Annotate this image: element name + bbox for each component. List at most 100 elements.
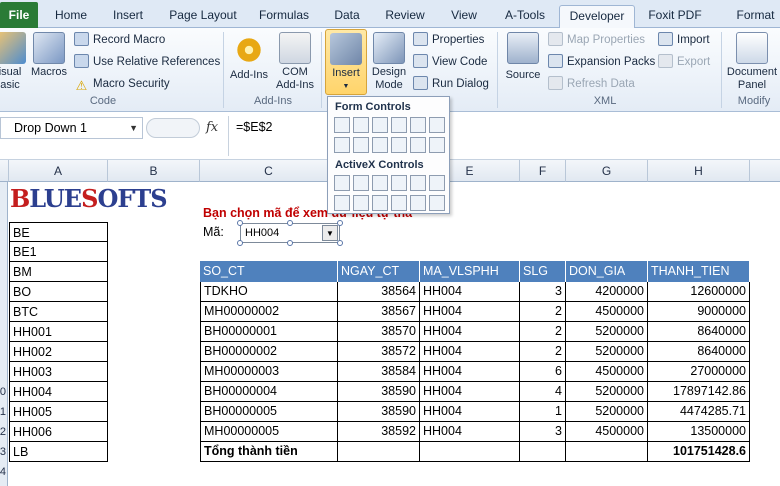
tab-file[interactable]: File (0, 2, 38, 28)
label-control-icon[interactable] (353, 137, 369, 153)
table-cell[interactable] (566, 442, 648, 462)
resize-handle[interactable] (287, 240, 293, 246)
table-cell[interactable]: 5200000 (566, 402, 648, 422)
list-item[interactable]: HH001 (9, 322, 108, 342)
table-header-cell[interactable]: NGAY_CT (338, 261, 420, 282)
tab-review[interactable]: Review (378, 5, 432, 28)
table-cell[interactable]: 5200000 (566, 382, 648, 402)
list-item[interactable]: BO (9, 282, 108, 302)
table-cell[interactable]: 4500000 (566, 362, 648, 382)
table-cell[interactable]: HH004 (420, 362, 520, 382)
spin-button-control-icon[interactable] (334, 195, 350, 211)
table-cell[interactable]: 13500000 (648, 422, 750, 442)
tab-format[interactable]: Format (731, 5, 780, 28)
scroll-bar-control-icon[interactable] (372, 137, 388, 153)
table-cell[interactable]: 38590 (338, 382, 420, 402)
list-item[interactable]: HH006 (9, 422, 108, 442)
table-header-cell[interactable]: THANH_TIEN (648, 261, 750, 282)
list-item[interactable]: BE (9, 222, 108, 242)
total-value[interactable]: 101751428.6 (648, 442, 750, 462)
list-item[interactable]: BTC (9, 302, 108, 322)
import-button[interactable]: Import (658, 31, 710, 49)
column-header-f[interactable]: F (520, 160, 566, 182)
spin-button-control-icon[interactable] (391, 117, 407, 133)
table-cell[interactable]: 1 (520, 402, 566, 422)
table-cell[interactable]: 38590 (338, 402, 420, 422)
document-panel-button[interactable]: Document Panel (724, 32, 780, 92)
tab-a-tools[interactable]: A-Tools (497, 5, 553, 28)
insert-control-button[interactable]: Insert ▼ (325, 29, 367, 95)
more-controls-icon[interactable] (429, 195, 445, 211)
resize-handle[interactable] (337, 240, 343, 246)
table-cell[interactable]: 2 (520, 342, 566, 362)
chevron-down-icon[interactable]: ▼ (129, 118, 138, 138)
visual-basic-button[interactable]: isual asic (0, 32, 26, 92)
image-control-icon[interactable] (391, 195, 407, 211)
list-item[interactable]: BM (9, 262, 108, 282)
table-cell[interactable]: 38592 (338, 422, 420, 442)
table-cell[interactable]: MH00000003 (200, 362, 338, 382)
list-box-control-icon[interactable] (410, 117, 426, 133)
button-control-icon[interactable] (334, 117, 350, 133)
table-cell[interactable]: HH004 (420, 402, 520, 422)
table-cell[interactable]: 38564 (338, 282, 420, 302)
table-cell[interactable]: 4500000 (566, 302, 648, 322)
total-label[interactable]: Tổng thành tiền (200, 442, 338, 462)
combo-dropdown-control-icon[interactable] (429, 137, 445, 153)
table-cell[interactable]: 4500000 (566, 422, 648, 442)
table-cell[interactable]: 5200000 (566, 322, 648, 342)
combo-box-control-icon[interactable] (353, 117, 369, 133)
resize-handle[interactable] (287, 220, 293, 226)
label-control-icon[interactable] (372, 195, 388, 211)
group-box-control-icon[interactable] (334, 137, 350, 153)
table-cell[interactable]: 5200000 (566, 342, 648, 362)
table-cell[interactable]: 38567 (338, 302, 420, 322)
run-dialog-button[interactable]: Run Dialog (413, 75, 489, 93)
design-mode-button[interactable]: Design Mode (368, 32, 410, 92)
use-relative-references-button[interactable]: Use Relative References (74, 53, 220, 71)
scroll-bar-control-icon[interactable] (429, 175, 445, 191)
tab-home[interactable]: Home (48, 5, 94, 28)
table-cell[interactable]: BH00000001 (200, 322, 338, 342)
column-header-h[interactable]: H (648, 160, 750, 182)
tab-view[interactable]: View (441, 5, 487, 28)
properties-button[interactable]: Properties (413, 31, 484, 49)
refresh-data-button[interactable]: Refresh Data (548, 75, 635, 93)
option-button-control-icon[interactable] (429, 117, 445, 133)
table-cell[interactable]: HH004 (420, 322, 520, 342)
view-code-button[interactable]: View Code (413, 53, 487, 71)
record-macro-button[interactable]: Record Macro (74, 31, 165, 49)
table-cell[interactable]: MH00000005 (200, 422, 338, 442)
table-cell[interactable]: 3 (520, 422, 566, 442)
column-header-c[interactable]: C (200, 160, 338, 182)
table-cell[interactable]: 38572 (338, 342, 420, 362)
table-cell[interactable]: 9000000 (648, 302, 750, 322)
table-cell[interactable]: 4200000 (566, 282, 648, 302)
table-header-cell[interactable]: MA_VLSPHH (420, 261, 520, 282)
table-cell[interactable]: MH00000002 (200, 302, 338, 322)
toggle-button-control-icon[interactable] (410, 195, 426, 211)
tab-page-layout[interactable]: Page Layout (162, 5, 244, 28)
table-cell[interactable]: BH00000002 (200, 342, 338, 362)
list-box-control-icon[interactable] (391, 175, 407, 191)
resize-handle[interactable] (337, 220, 343, 226)
text-field-control-icon[interactable] (391, 137, 407, 153)
formula-bar-splitter[interactable] (146, 118, 200, 138)
table-header-cell[interactable]: DON_GIA (566, 261, 648, 282)
column-header-a[interactable]: A (9, 160, 108, 182)
table-cell[interactable]: 8640000 (648, 342, 750, 362)
name-box[interactable]: Drop Down 1 ▼ (0, 117, 143, 139)
table-cell[interactable]: BH00000005 (200, 402, 338, 422)
column-header-b[interactable]: B (108, 160, 200, 182)
table-cell[interactable]: 38570 (338, 322, 420, 342)
resize-handle[interactable] (237, 220, 243, 226)
table-cell[interactable] (520, 442, 566, 462)
select-all-corner[interactable] (0, 160, 9, 182)
table-cell[interactable]: 3 (520, 282, 566, 302)
formula-input[interactable]: =$E$2 (236, 120, 273, 134)
table-cell[interactable]: 2 (520, 322, 566, 342)
export-button[interactable]: Export (658, 53, 710, 71)
chevron-down-icon[interactable]: ▼ (322, 225, 338, 241)
expansion-packs-button[interactable]: Expansion Packs (548, 53, 655, 71)
list-item[interactable]: HH005 (9, 402, 108, 422)
